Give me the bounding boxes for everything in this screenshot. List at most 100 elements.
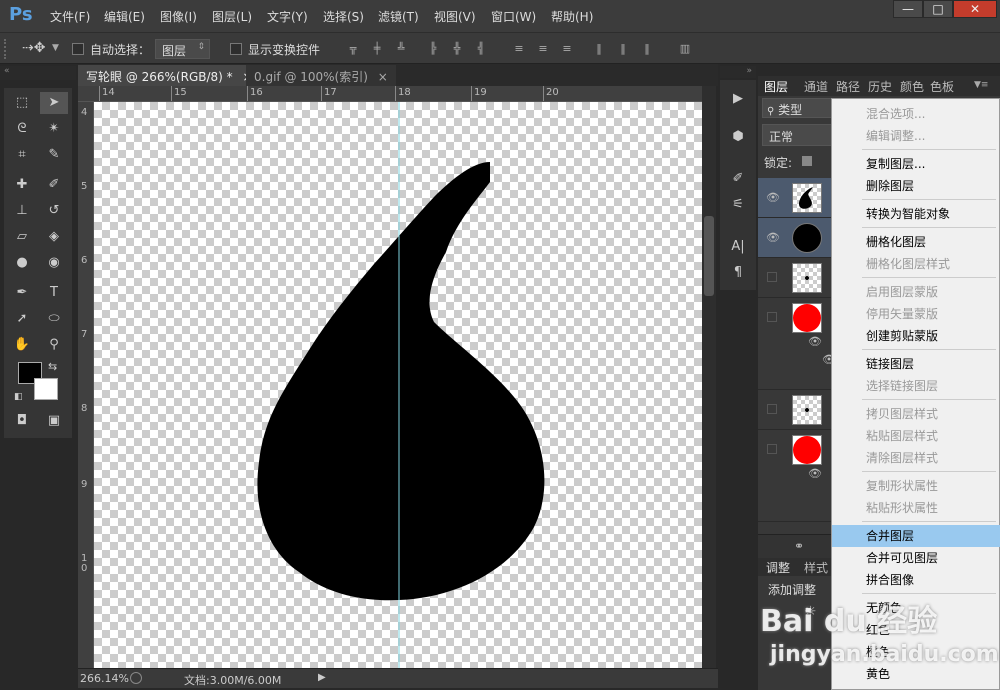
menu-item[interactable]: 帮助(H) [551,8,593,25]
background-color-swatch[interactable] [34,378,58,400]
lock-transparent-icon[interactable] [802,156,812,166]
effect-eye-icon[interactable]: 👁 [808,336,822,348]
paint-bucket-icon[interactable]: ◈ [40,226,68,248]
context-menu-item[interactable]: 创建剪贴蒙版 [832,325,1000,347]
chevron-down-icon[interactable]: ▼ [52,43,59,53]
auto-select-dropdown[interactable]: 图层 ⇕ [155,39,210,59]
panel-tab[interactable]: 图层 [764,78,788,95]
blur-tool-icon[interactable]: ● [8,252,36,274]
menu-item[interactable]: 图像(I) [160,8,197,25]
align-vcenter-icon[interactable]: ╪ [370,42,384,56]
visibility-toggle-empty[interactable] [767,404,777,414]
distribute-left-icon[interactable]: ‖ [592,42,606,56]
lasso-tool-icon[interactable]: ᘓ [8,118,36,140]
align-hcenter-icon[interactable]: ╬ [450,42,464,56]
maximize-button[interactable]: □ [923,0,953,18]
scrollbar-thumb[interactable] [704,216,714,296]
link-layers-icon[interactable]: ⚭ [794,539,804,553]
context-menu-item[interactable]: 合并图层 [832,525,1000,547]
context-menu-item[interactable]: 转换为智能对象 [832,203,1000,225]
minimize-button[interactable]: — [893,0,923,18]
menu-item[interactable]: 窗口(W) [491,8,536,25]
context-menu-item[interactable]: 合并可见图层 [832,547,1000,569]
context-menu-item[interactable]: 复制图层... [832,153,1000,175]
menu-item[interactable]: 视图(V) [434,8,476,25]
status-menu-arrow-icon[interactable]: ▶ [318,672,326,683]
status-info-icon[interactable] [130,672,142,684]
auto-select-checkbox[interactable] [72,43,84,55]
dock-collapse-icon[interactable]: » [720,66,756,78]
zoom-tool-icon[interactable]: ⚲ [40,334,68,356]
close-icon[interactable]: × [378,70,388,84]
distribute-right-icon[interactable]: ‖ [640,42,654,56]
visibility-toggle-empty[interactable] [767,272,777,282]
screen-mode-icon[interactable]: ▣ [40,410,68,432]
panel-tab[interactable]: 路径 [836,78,860,95]
brush-presets-icon[interactable]: ✐ [724,168,752,190]
distribute-top-icon[interactable]: ≡ [512,42,526,56]
menu-item[interactable]: 滤镜(T) [378,8,419,25]
eraser-tool-icon[interactable]: ▱ [8,226,36,248]
panel-tab[interactable]: 通道 [804,78,828,95]
align-left-icon[interactable]: ╠ [426,42,440,56]
history-brush-icon[interactable]: ↺ [40,200,68,222]
panel-tab[interactable]: 颜色 [900,78,924,95]
eyedropper-icon[interactable]: ✎ [40,144,68,166]
menu-item[interactable]: 选择(S) [323,8,364,25]
ellipse-tool-icon[interactable]: ⬭ [40,308,68,330]
marquee-tool-icon[interactable]: ⬚ [8,92,36,114]
context-menu-item[interactable]: 链接图层 [832,353,1000,375]
adjust-sliders-icon[interactable]: ⚟ [724,194,752,216]
document-canvas[interactable] [94,102,702,668]
pen-tool-icon[interactable]: ✒ [8,282,36,304]
auto-align-icon[interactable]: ▥ [678,42,692,56]
default-colors-icon[interactable]: ◧ [14,392,23,402]
path-selection-icon[interactable]: ➚ [8,308,36,330]
vertical-scrollbar[interactable] [702,86,716,668]
close-button[interactable]: ✕ [953,0,997,18]
healing-brush-icon[interactable]: ✚ [8,174,36,196]
play-action-icon[interactable]: ▶ [724,88,752,110]
3d-cube-icon[interactable]: ⬢ [724,126,752,148]
panel-menu-icon[interactable]: ▼≡ [974,80,988,90]
move-tool-icon[interactable]: ⇢✥ [22,40,45,56]
type-tool-icon[interactable]: T [40,282,68,304]
menu-item[interactable]: 编辑(E) [104,8,145,25]
panel-tab[interactable]: 色板 [930,78,954,95]
eye-icon[interactable]: 👁 [766,232,780,244]
move-tool-icon[interactable]: ➤ [40,92,68,114]
menu-item[interactable]: 文字(Y) [267,8,308,25]
magic-wand-icon[interactable]: ✴ [40,118,68,140]
align-right-icon[interactable]: ╣ [474,42,488,56]
quick-mask-icon[interactable]: ◘ [8,410,36,432]
context-menu-item[interactable]: 拼合图像 [832,569,1000,591]
paragraph-panel-icon[interactable]: ¶ [724,262,752,284]
blend-mode-dropdown[interactable]: 正常 [762,124,836,146]
zoom-level[interactable]: 266.14% [80,672,129,685]
panel-tab[interactable]: 历史 [868,78,892,95]
eye-icon[interactable]: 👁 [766,192,780,204]
distribute-vcenter-icon[interactable]: ≡ [536,42,550,56]
tab-styles[interactable]: 样式 [804,559,828,576]
swap-colors-icon[interactable]: ⇆ [48,360,57,373]
align-top-icon[interactable]: ╦ [346,42,360,56]
crop-tool-icon[interactable]: ⌗ [8,144,36,166]
kind-filter-dropdown[interactable]: ⚲ 类型 [762,98,836,118]
clone-stamp-icon[interactable]: ⊥ [8,200,36,222]
align-bottom-icon[interactable]: ╩ [394,42,408,56]
distribute-bottom-icon[interactable]: ≡ [560,42,574,56]
dodge-tool-icon[interactable]: ◉ [40,252,68,274]
visibility-toggle-empty[interactable] [767,312,777,322]
brush-tool-icon[interactable]: ✐ [40,174,68,196]
menu-item[interactable]: 文件(F) [50,8,90,25]
effect-eye-icon[interactable]: 👁 [808,468,822,480]
tab-adjustments[interactable]: 调整 [766,559,790,576]
show-transform-checkbox[interactable] [230,43,242,55]
context-menu-item[interactable]: 栅格化图层 [832,231,1000,253]
toolbox-collapse-icon[interactable]: « [0,66,76,80]
character-panel-icon[interactable]: A| [724,236,752,258]
hand-tool-icon[interactable]: ✋ [8,334,36,356]
distribute-hcenter-icon[interactable]: ‖ [616,42,630,56]
visibility-toggle-empty[interactable] [767,444,777,454]
tab-document-inactive[interactable]: 0.gif @ 100%(索引) × [246,65,396,86]
